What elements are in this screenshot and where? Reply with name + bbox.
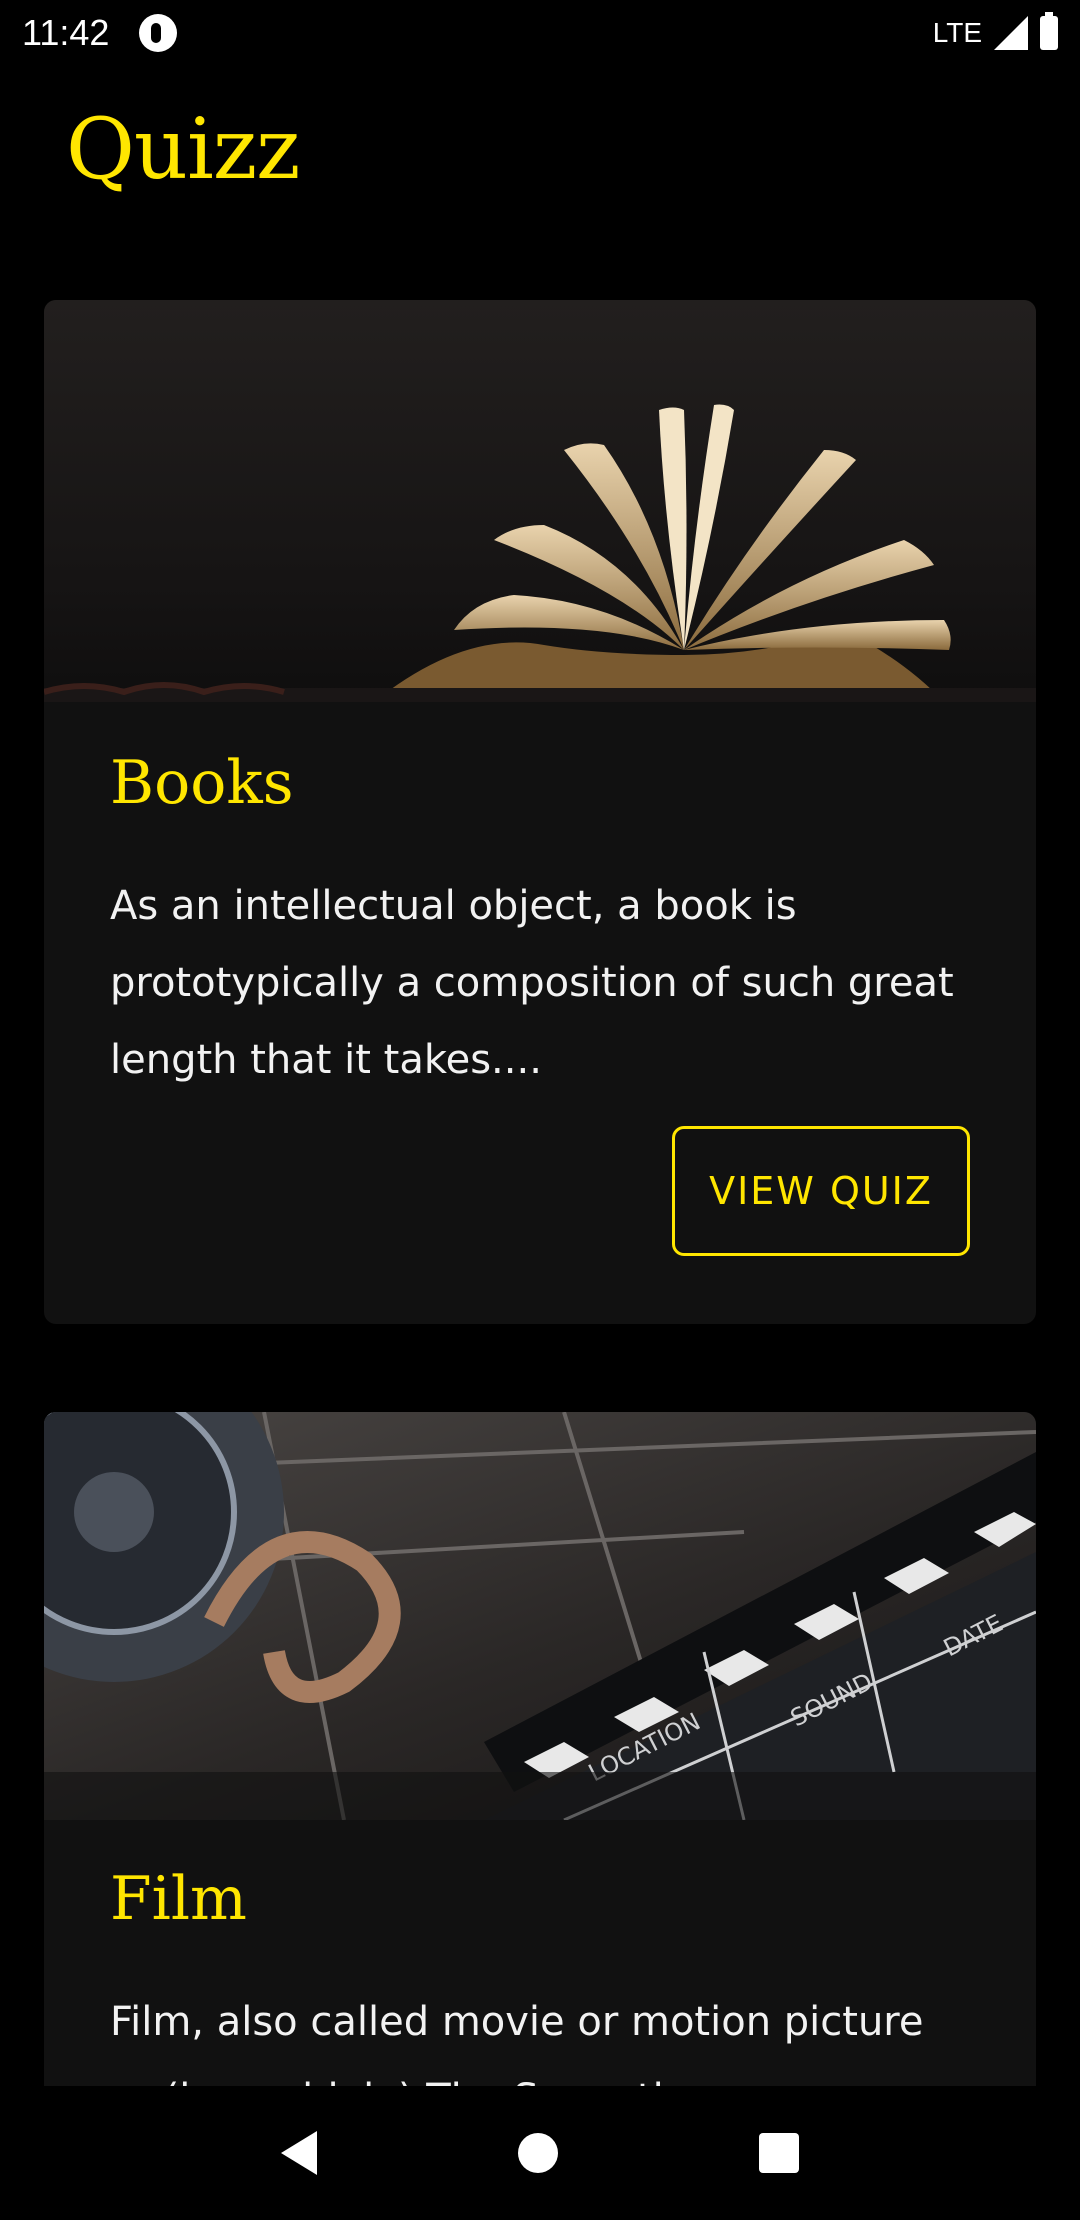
film-clapperboard-icon: LOCATION SOUND DATE <box>44 1412 1036 1820</box>
status-time: 11:42 <box>22 12 110 53</box>
card-description: As an intellectual object, a book is pro… <box>110 883 954 1083</box>
view-quiz-button[interactable]: VIEW QUIZ <box>672 1126 970 1256</box>
film-card-image: LOCATION SOUND DATE <box>44 1412 1036 1820</box>
card-title: Books <box>110 748 294 818</box>
notification-app-icon <box>139 14 178 52</box>
back-icon[interactable] <box>280 2131 317 2175</box>
film-reel-hub <box>74 1472 154 1552</box>
quiz-list[interactable]: Books As an intellectual object, a book … <box>0 240 1080 2086</box>
network-type: LTE <box>932 17 982 48</box>
status-bar: 11:42 LTE <box>0 0 1080 66</box>
books-card-image <box>44 300 1036 702</box>
status-right: LTE <box>932 12 1058 50</box>
battery-icon <box>1040 12 1058 50</box>
quiz-card-film[interactable]: LOCATION SOUND DATE Film Film, also call… <box>44 1412 1036 2086</box>
status-left: 11:42 <box>22 12 178 54</box>
card-title: Film <box>110 1864 247 1934</box>
signal-icon <box>994 16 1028 50</box>
home-icon[interactable] <box>517 2133 558 2173</box>
image-fade <box>44 1772 1036 1820</box>
quiz-card-books[interactable]: Books As an intellectual object, a book … <box>44 300 1036 1324</box>
system-nav-bar <box>0 2086 1080 2220</box>
app-title: Quizz <box>66 100 300 198</box>
card-description: Film, also called movie or motion pictur… <box>110 1999 924 2086</box>
recents-icon[interactable] <box>759 2133 800 2173</box>
open-book-icon <box>44 404 1036 702</box>
screen: 11:42 LTE Quizz Books As an intellectual… <box>0 0 1080 2220</box>
